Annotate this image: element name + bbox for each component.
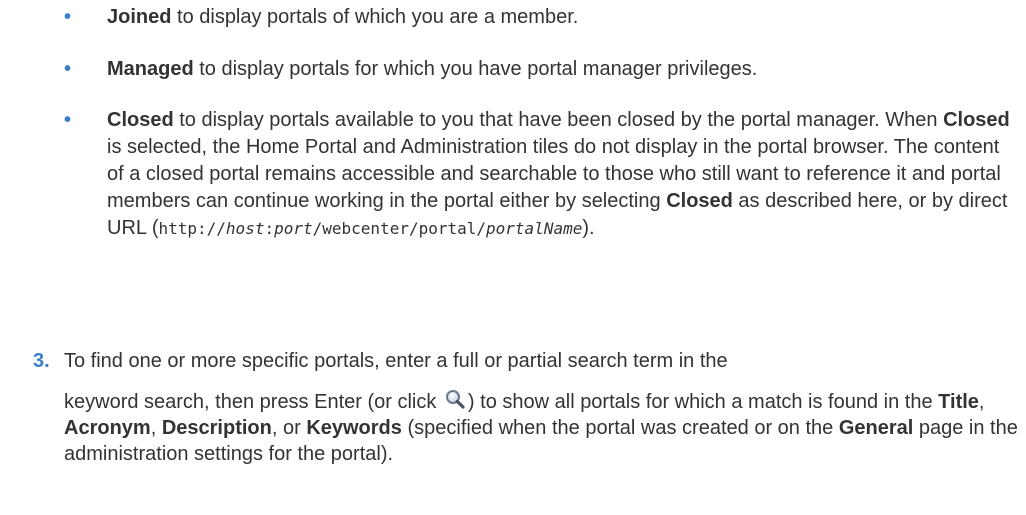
- term-closed: Closed: [107, 109, 174, 131]
- term-joined: Joined: [107, 6, 172, 28]
- term-closed: Closed: [666, 190, 733, 212]
- portal-url: http://host:port/webcenter/portal/portal…: [158, 219, 583, 238]
- item-text: to display portals for which you have po…: [193, 58, 758, 80]
- term-keywords: Keywords: [306, 417, 402, 439]
- step-body: keyword search, then press Enter (or cli…: [64, 390, 1018, 465]
- document-body: • Joined to display portals of which you…: [0, 0, 1026, 515]
- term-description: Description: [161, 417, 272, 439]
- item-text: ).: [582, 217, 595, 239]
- list-item-joined: Joined to display portals of which you a…: [107, 4, 1017, 31]
- item-text: to display portals available to you that…: [173, 109, 944, 131]
- term-managed: Managed: [107, 58, 194, 80]
- bullet-marker: •: [64, 109, 72, 131]
- term-general: General: [838, 417, 914, 439]
- term-acronym: Acronym: [64, 417, 151, 439]
- bullet-marker: •: [64, 58, 72, 80]
- search-icon: [445, 390, 465, 409]
- item-text: to display portals of which you are a me…: [171, 6, 579, 28]
- step-number: 3.: [33, 350, 50, 372]
- bullet-marker: •: [64, 6, 72, 28]
- list-item-closed: Closed to display portals available to y…: [107, 107, 1017, 242]
- term-title: Title: [938, 391, 979, 413]
- list-item-managed: Managed to display portals for which you…: [107, 56, 1017, 83]
- step-intro: To find one or more specific portals, en…: [64, 350, 728, 372]
- term-closed: Closed: [943, 109, 1010, 131]
